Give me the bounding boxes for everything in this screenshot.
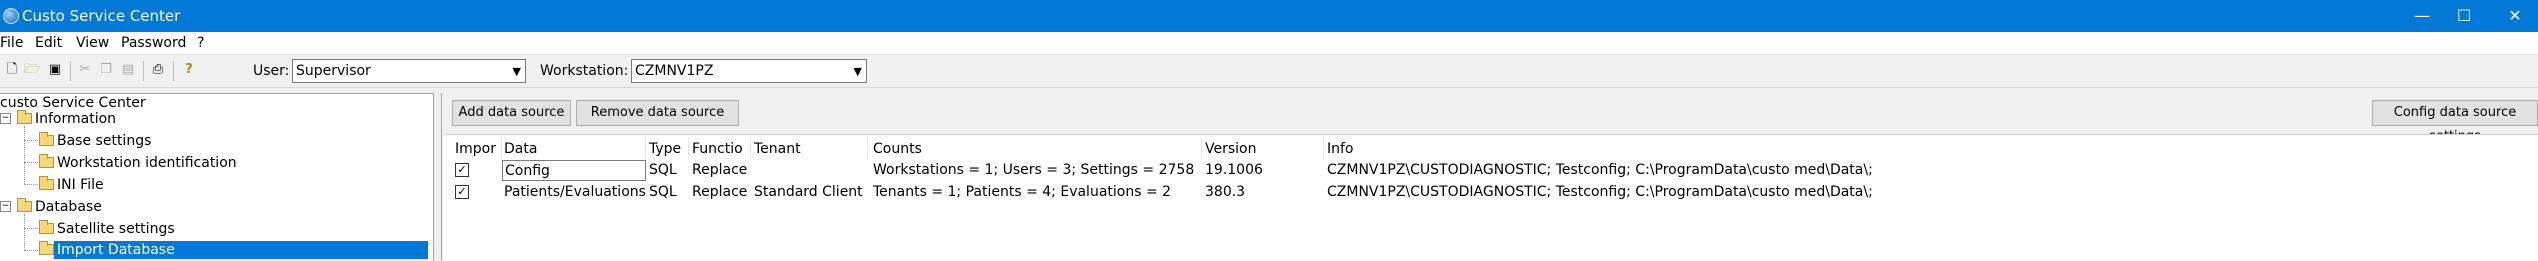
tree-connector (24, 228, 38, 229)
tree-item-label: Workstation identification (57, 155, 237, 171)
data-cell: Config (505, 163, 550, 179)
data-cell-editor[interactable]: Config (502, 160, 646, 181)
new-icon[interactable]: 🗋 (4, 62, 20, 78)
column-divider[interactable] (688, 138, 689, 158)
menu-file[interactable]: File (0, 35, 23, 51)
data-source-pane: Add data source Remove data source Confi… (441, 93, 2538, 261)
menu-view[interactable]: View (76, 35, 109, 51)
folder-icon (39, 220, 54, 234)
import-checkbox[interactable]: ✓ (455, 185, 469, 199)
tree-item-label: Satellite settings (57, 221, 175, 237)
collapse-icon[interactable]: − (0, 201, 11, 212)
workstation-select[interactable]: CZMNV1PZ ▼ (631, 59, 867, 83)
data-cell: Patients/Evaluations (504, 184, 646, 200)
cut-icon[interactable]: ✂ (77, 62, 93, 78)
copy-icon[interactable]: ❐ (98, 62, 114, 78)
column-header-data[interactable]: Data (504, 141, 537, 157)
folder-icon (39, 132, 54, 146)
user-select-value: Supervisor (296, 63, 371, 79)
remove-data-source-button[interactable]: Remove data source (576, 100, 739, 126)
tree-item-database[interactable]: − Database (0, 197, 430, 217)
column-header-version[interactable]: Version (1205, 141, 1256, 157)
navigation-tree: custo Service Center − Information Base … (0, 93, 434, 261)
open-folder-icon[interactable]: 🗁 (24, 62, 40, 78)
user-label: User: (253, 63, 290, 79)
data-source-grid: Impor Data Type Functio Tenant Counts Ve… (443, 134, 2538, 261)
column-header-function[interactable]: Functio (692, 141, 743, 157)
tree-connector (24, 250, 38, 251)
tree-connector (24, 184, 38, 185)
column-divider[interactable] (750, 138, 751, 158)
tree-connector (24, 140, 38, 141)
tree-item-import-database[interactable]: Import Database (0, 240, 430, 260)
version-cell: 19.1006 (1205, 162, 1263, 178)
menu-edit[interactable]: Edit (35, 35, 62, 51)
save-icon[interactable]: ▣ (47, 62, 63, 78)
toolbar: 🗋 🗁 ▣ ✂ ❐ ▤ ⎙ ? User: Supervisor ▼ Works… (0, 55, 2538, 88)
counts-cell: Workstations = 1; Users = 3; Settings = … (873, 162, 1195, 178)
toolbar-separator (143, 61, 144, 81)
tree-connector (24, 162, 38, 163)
add-data-source-button[interactable]: Add data source (452, 100, 571, 126)
window-title: Custo Service Center (22, 7, 181, 25)
column-header-info[interactable]: Info (1327, 141, 1354, 157)
toolbar-separator (70, 61, 71, 81)
version-cell: 380.3 (1205, 184, 1246, 200)
column-header-counts[interactable]: Counts (873, 141, 922, 157)
tenant-cell: Standard Client (754, 184, 863, 200)
tree-item-label: Database (35, 199, 102, 215)
close-button[interactable]: ✕ (2492, 0, 2538, 32)
column-divider[interactable] (501, 138, 502, 158)
type-cell: SQL (649, 162, 677, 178)
column-divider[interactable] (867, 138, 868, 158)
tree-item-label: INI File (57, 177, 104, 193)
minimize-button[interactable]: — (2399, 0, 2445, 32)
title-bar: Custo Service Center — ☐ ✕ (0, 0, 2538, 32)
import-checkbox[interactable]: ✓ (455, 163, 469, 177)
tree-connector (24, 214, 25, 250)
maximize-button[interactable]: ☐ (2441, 0, 2487, 32)
chevron-down-icon: ▼ (853, 65, 862, 78)
function-cell: Replace (692, 184, 748, 200)
tree-item-base-settings[interactable]: Base settings (0, 131, 430, 151)
info-cell: CZMNV1PZ\CUSTODIAGNOSTIC; Testconfig; C:… (1327, 162, 1873, 178)
function-cell: Replace (692, 162, 748, 178)
tree-item-satellite-settings[interactable]: Satellite settings (0, 219, 430, 239)
print-icon[interactable]: ⎙ (150, 62, 166, 78)
help-icon[interactable]: ? (181, 62, 197, 78)
config-data-source-settings-button[interactable]: Config data source settings (2372, 100, 2538, 144)
toolbar-separator (173, 61, 174, 81)
menu-password[interactable]: Password (121, 35, 186, 51)
tree-item-information[interactable]: − Information (0, 109, 430, 129)
app-icon (3, 8, 19, 24)
info-cell: CZMNV1PZ\CUSTODIAGNOSTIC; Testconfig; C:… (1327, 184, 1873, 200)
tree-connector (24, 126, 25, 184)
menu-help[interactable]: ? (197, 35, 204, 51)
column-divider[interactable] (645, 138, 646, 158)
column-header-import[interactable]: Impor (455, 141, 496, 157)
folder-icon (39, 241, 54, 255)
folder-icon (17, 198, 32, 212)
paste-icon[interactable]: ▤ (120, 62, 136, 78)
column-header-type[interactable]: Type (649, 141, 681, 157)
chevron-down-icon: ▼ (512, 65, 521, 78)
tree-item-label: Import Database (54, 241, 428, 259)
collapse-icon[interactable]: − (0, 113, 11, 124)
menu-bar: File Edit View Password ? (0, 32, 2538, 55)
workstation-select-value: CZMNV1PZ (635, 63, 714, 79)
user-select[interactable]: Supervisor ▼ (292, 59, 526, 83)
tree-item-label: Base settings (57, 133, 152, 149)
column-divider[interactable] (1201, 138, 1202, 158)
column-header-tenant[interactable]: Tenant (754, 141, 801, 157)
workstation-label: Workstation: (540, 63, 629, 79)
tree-item-workstation-identification[interactable]: Workstation identification (0, 153, 430, 173)
type-cell: SQL (649, 184, 677, 200)
tree-item-label: Information (35, 111, 117, 127)
column-divider[interactable] (1323, 138, 1324, 158)
folder-icon (39, 154, 54, 168)
tree-item-ini-file[interactable]: INI File (0, 175, 430, 195)
folder-icon (39, 176, 54, 190)
counts-cell: Tenants = 1; Patients = 4; Evaluations =… (873, 184, 1172, 200)
folder-icon (17, 110, 32, 124)
